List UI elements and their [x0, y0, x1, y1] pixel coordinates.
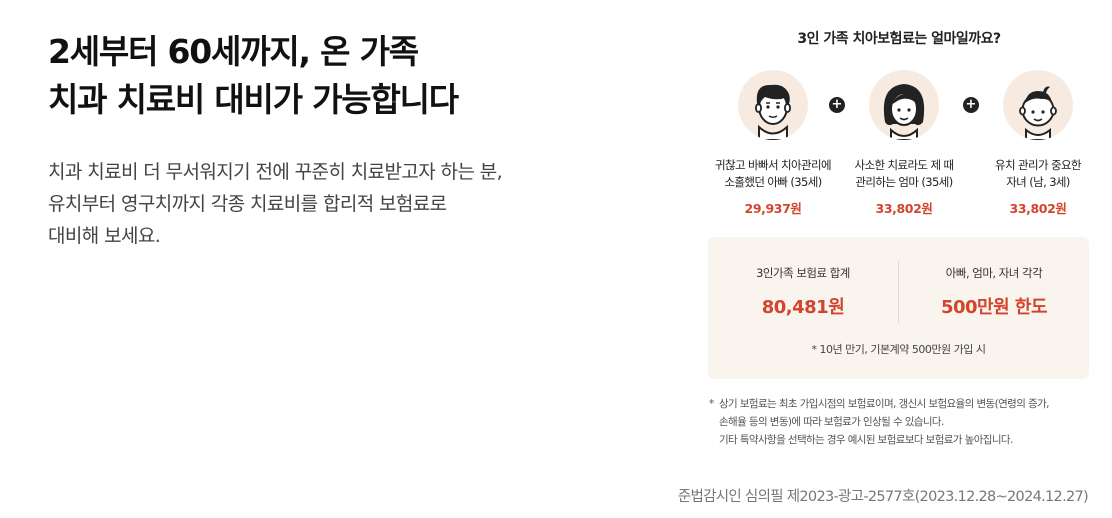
child-face-icon	[1003, 70, 1073, 140]
disclaimer-asterisk: *	[709, 398, 714, 410]
headline-line: 2세부터 60세까지, 온 가족	[48, 32, 419, 71]
disclaimer-line: 기타 특약사항을 선택하는 경우 예시된 보험료보다 보험료가 높아집니다.	[719, 434, 1013, 446]
disclaimer-line: 상기 보험료는 최초 가입시점의 보험료이며, 갱신시 보험요율의 변동(연령의…	[719, 398, 1049, 410]
member-label: 귀찮고 바빠서 치아관리에 소홀했던 아빠 (35세)	[715, 158, 831, 189]
member-mother: 사소한 치료라도 제 때 관리하는 엄마 (35세) 33,802원	[839, 70, 969, 217]
compliance-approval-number: 준법감시인 심의필 제2023-광고-2577호(2023.12.28~2024…	[677, 489, 1089, 505]
summary-total-label: 3인가족 보험료 합계	[756, 266, 850, 280]
description-line: 치과 치료비 더 무서워지기 전에 꾸준히 치료받고자 하는 분,	[48, 161, 503, 183]
summary-limit-value: 500만원 한도	[940, 297, 1048, 318]
disclaimer: * 상기 보험료는 최초 가입시점의 보험료이며, 갱신시 보험요율의 변동(연…	[708, 395, 1090, 449]
description-line: 대비해 보세요.	[48, 225, 161, 247]
member-child: 유치 관리가 중요한 자녀 (남, 3세) 33,802원	[973, 70, 1103, 217]
member-label: 유치 관리가 중요한 자녀 (남, 3세)	[995, 158, 1082, 189]
summary-total: 3인가족 보험료 합계 80,481원	[708, 265, 898, 319]
headline: 2세부터 60세까지, 온 가족 치과 치료비 대비가 가능합니다	[48, 28, 459, 124]
member-price: 33,802원	[1009, 201, 1067, 216]
disclaimer-line: 손해율 등의 변동)에 따라 보험료가 인상될 수 있습니다.	[719, 416, 944, 428]
father-face-icon	[738, 70, 808, 140]
mother-face-icon	[869, 70, 939, 140]
summary-note: * 10년 만기, 기본계약 500만원 가입 시	[811, 343, 986, 356]
summary-limit-label: 아빠, 엄마, 자녀 각각	[945, 266, 1043, 280]
premium-summary-box: 3인가족 보험료 합계 80,481원 아빠, 엄마, 자녀 각각 500만원 …	[708, 237, 1089, 379]
headline-line: 치과 치료비 대비가 가능합니다	[48, 80, 459, 119]
member-father: 귀찮고 바빠서 치아관리에 소홀했던 아빠 (35세) 29,937원	[708, 70, 838, 217]
member-price: 33,802원	[875, 201, 933, 216]
panel-title: 3인 가족 치아보험료는 얼마일까요?	[797, 31, 1001, 47]
member-price: 29,937원	[744, 201, 802, 216]
member-label: 사소한 치료라도 제 때 관리하는 엄마 (35세)	[854, 158, 955, 189]
description-line: 유치부터 영구치까지 각종 치료비를 합리적 보험료로	[48, 193, 447, 215]
summary-limit: 아빠, 엄마, 자녀 각각 500만원 한도	[899, 265, 1089, 319]
family-members: 귀찮고 바빠서 치아관리에 소홀했던 아빠 (35세) 29,937원 + 사소…	[708, 70, 1090, 220]
summary-total-value: 80,481원	[761, 297, 845, 318]
description: 치과 치료비 더 무서워지기 전에 꾸준히 치료받고자 하는 분, 유치부터 영…	[48, 156, 503, 252]
